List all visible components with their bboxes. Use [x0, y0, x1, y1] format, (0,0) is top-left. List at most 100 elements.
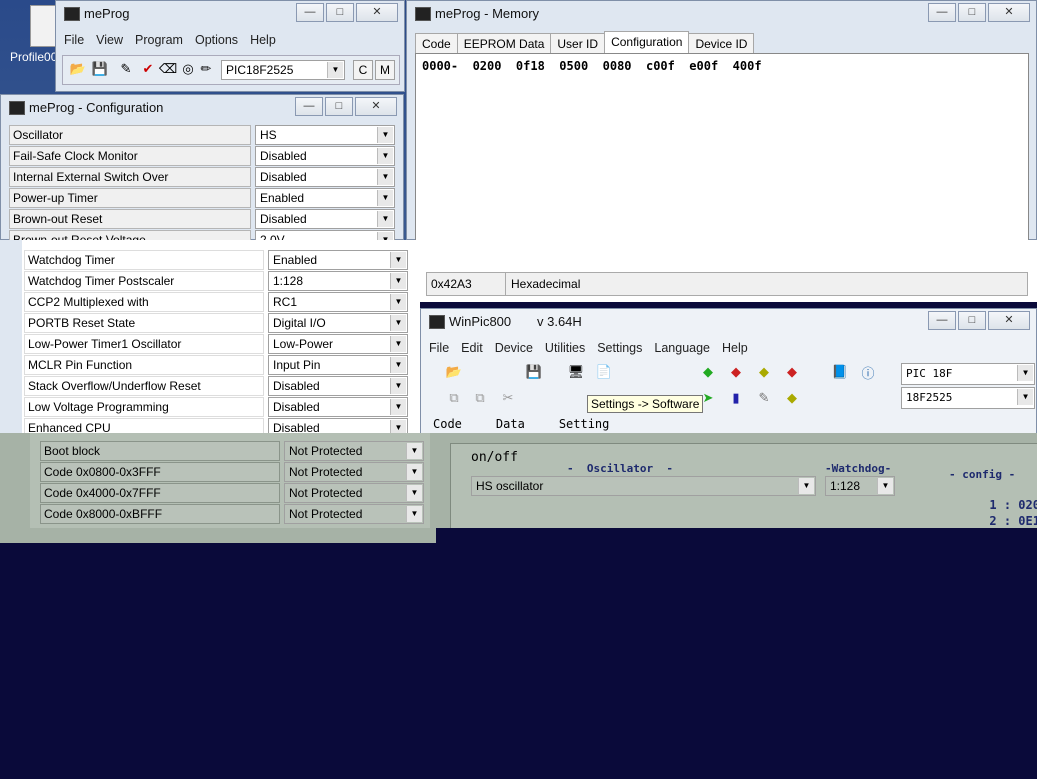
winpic-titlebar[interactable]: WinPic800 v 3.64H — □ ✕	[421, 309, 1036, 333]
config-select[interactable]: RC1 ▼	[268, 292, 408, 312]
menu-device[interactable]: Device	[495, 341, 533, 355]
memory-status-bar: 0x42A3 Hexadecimal	[420, 240, 1037, 302]
tab-setting[interactable]: Setting	[559, 417, 610, 431]
config-select[interactable]: Not Protected ▼	[284, 462, 424, 482]
config-select[interactable]: Input Pin ▼	[268, 355, 408, 375]
erase-all-icon[interactable]: ◆	[783, 363, 801, 381]
settings-hardware-icon[interactable]: 🖥	[567, 363, 585, 381]
debug-icon[interactable]: ◆	[783, 389, 801, 407]
chevron-down-icon: ▼	[406, 464, 422, 480]
config-label: Code 0x8000-0xBFFF	[40, 504, 280, 524]
config-select[interactable]: 1:128 ▼	[268, 271, 408, 291]
read-chip-icon[interactable]: ✏	[197, 60, 215, 78]
config-select[interactable]: Disabled ▼	[255, 146, 395, 166]
copy-icon[interactable]: ⧉	[445, 389, 463, 407]
open-folder-icon[interactable]: 📂	[445, 363, 463, 381]
family-select[interactable]: PIC 18F ▼	[901, 363, 1035, 385]
chevron-down-icon: ▼	[377, 211, 393, 227]
config-label: Watchdog Timer	[24, 250, 264, 270]
config-select[interactable]: Disabled ▼	[255, 209, 395, 229]
config-select[interactable]: Not Protected ▼	[284, 441, 424, 461]
menu-settings[interactable]: Settings	[597, 341, 642, 355]
open-folder-icon[interactable]: 📂	[69, 60, 87, 78]
save-icon[interactable]: 💾	[525, 363, 543, 381]
pen-icon[interactable]: ✎	[755, 389, 773, 407]
chevron-down-icon: ▼	[877, 478, 893, 494]
lightbulb-icon[interactable]: ◎	[179, 60, 197, 78]
hardware-test-icon[interactable]: ▮	[727, 389, 745, 407]
save-icon[interactable]: 💾	[91, 60, 109, 78]
config-select[interactable]: HS ▼	[255, 125, 395, 145]
tab-data[interactable]: Data	[496, 417, 525, 431]
meprog-titlebar[interactable]: meProg — □ ✕	[56, 1, 404, 25]
program-all-icon[interactable]: ◆	[727, 363, 745, 381]
c-button[interactable]: C	[353, 60, 373, 80]
config-label: Code 0x4000-0x7FFF	[40, 483, 280, 503]
program-chip-icon[interactable]: ✎	[117, 60, 135, 78]
maximize-button[interactable]: □	[958, 311, 986, 330]
paste-icon[interactable]: ⧉	[471, 389, 489, 407]
config-label: Low-Power Timer1 Oscillator	[24, 334, 264, 354]
config-select[interactable]: Enabled ▼	[268, 250, 408, 270]
close-button[interactable]: ✕	[356, 3, 398, 22]
desktop-file-icon[interactable]	[30, 5, 58, 47]
config-row: Watchdog Timer Postscaler 1:128 ▼	[24, 271, 410, 292]
book-icon[interactable]: 📘	[831, 363, 849, 381]
watchdog-select[interactable]: 1:128 ▼	[825, 476, 895, 496]
config-window: meProg - Configuration — □ ✕ Oscillator …	[0, 94, 404, 241]
config-select[interactable]: Disabled ▼	[255, 167, 395, 187]
tab-configuration[interactable]: Configuration	[604, 31, 690, 54]
settings-software-icon[interactable]: 📄	[595, 363, 613, 381]
menu-file[interactable]: File	[64, 33, 84, 47]
minimize-button[interactable]: —	[928, 311, 956, 330]
config-select[interactable]: Disabled ▼	[268, 418, 408, 433]
config-select[interactable]: Enabled ▼	[255, 188, 395, 208]
close-button[interactable]: ✕	[355, 97, 397, 116]
config-list-continued: Watchdog Timer Enabled ▼ Watchdog Timer P…	[0, 240, 420, 433]
desktop-icon-label[interactable]: Profile00	[10, 50, 57, 64]
cut-icon[interactable]: ✂	[499, 389, 517, 407]
config-select[interactable]: Disabled ▼	[268, 397, 408, 417]
config-select[interactable]: Not Protected ▼	[284, 483, 424, 503]
config-select[interactable]: Not Protected ▼	[284, 504, 424, 524]
verify-check-icon[interactable]: ✔	[139, 60, 157, 78]
menu-file[interactable]: File	[429, 341, 449, 355]
read-all-icon[interactable]: ◆	[699, 363, 717, 381]
memory-titlebar[interactable]: meProg - Memory — □ ✕	[407, 1, 1036, 25]
device-select[interactable]: 18F2525 ▼	[901, 387, 1035, 409]
info-icon[interactable]: ⓘ	[859, 363, 877, 381]
config-select[interactable]: Disabled ▼	[268, 376, 408, 396]
close-button[interactable]: ✕	[988, 3, 1030, 22]
minimize-button[interactable]: —	[928, 3, 956, 22]
chevron-down-icon: ▼	[390, 378, 406, 394]
status-address: 0x42A3	[431, 277, 472, 291]
menu-language[interactable]: Language	[654, 341, 710, 355]
menu-utilities[interactable]: Utilities	[545, 341, 585, 355]
config-select[interactable]: Low-Power ▼	[268, 334, 408, 354]
window-title: meProg - Memory	[435, 6, 540, 21]
chevron-down-icon: ▼	[390, 294, 406, 310]
menu-program[interactable]: Program	[135, 33, 183, 47]
maximize-button[interactable]: □	[326, 3, 354, 22]
menu-help[interactable]: Help	[250, 33, 276, 47]
menu-edit[interactable]: Edit	[461, 341, 483, 355]
m-button[interactable]: M	[375, 60, 395, 80]
chevron-down-icon: ▼	[390, 252, 406, 268]
tab-code[interactable]: Code	[433, 417, 462, 431]
verify-icon[interactable]: ◆	[755, 363, 773, 381]
maximize-button[interactable]: □	[325, 97, 353, 116]
device-select[interactable]: PIC18F2525 ▼	[221, 60, 345, 80]
erase-icon[interactable]: ⌫	[159, 60, 177, 78]
oscillator-select[interactable]: HS oscillator ▼	[471, 476, 816, 496]
menu-view[interactable]: View	[96, 33, 123, 47]
minimize-button[interactable]: —	[295, 97, 323, 116]
close-button[interactable]: ✕	[988, 311, 1030, 330]
menu-options[interactable]: Options	[195, 33, 238, 47]
maximize-button[interactable]: □	[958, 3, 986, 22]
config-select[interactable]: Digital I/O ▼	[268, 313, 408, 333]
config-titlebar[interactable]: meProg - Configuration — □ ✕	[1, 95, 403, 119]
minimize-button[interactable]: —	[296, 3, 324, 22]
oscillator-header: - Oscillator -	[567, 462, 673, 475]
menu-help[interactable]: Help	[722, 341, 748, 355]
detect-device-icon[interactable]: ➤	[699, 389, 717, 407]
